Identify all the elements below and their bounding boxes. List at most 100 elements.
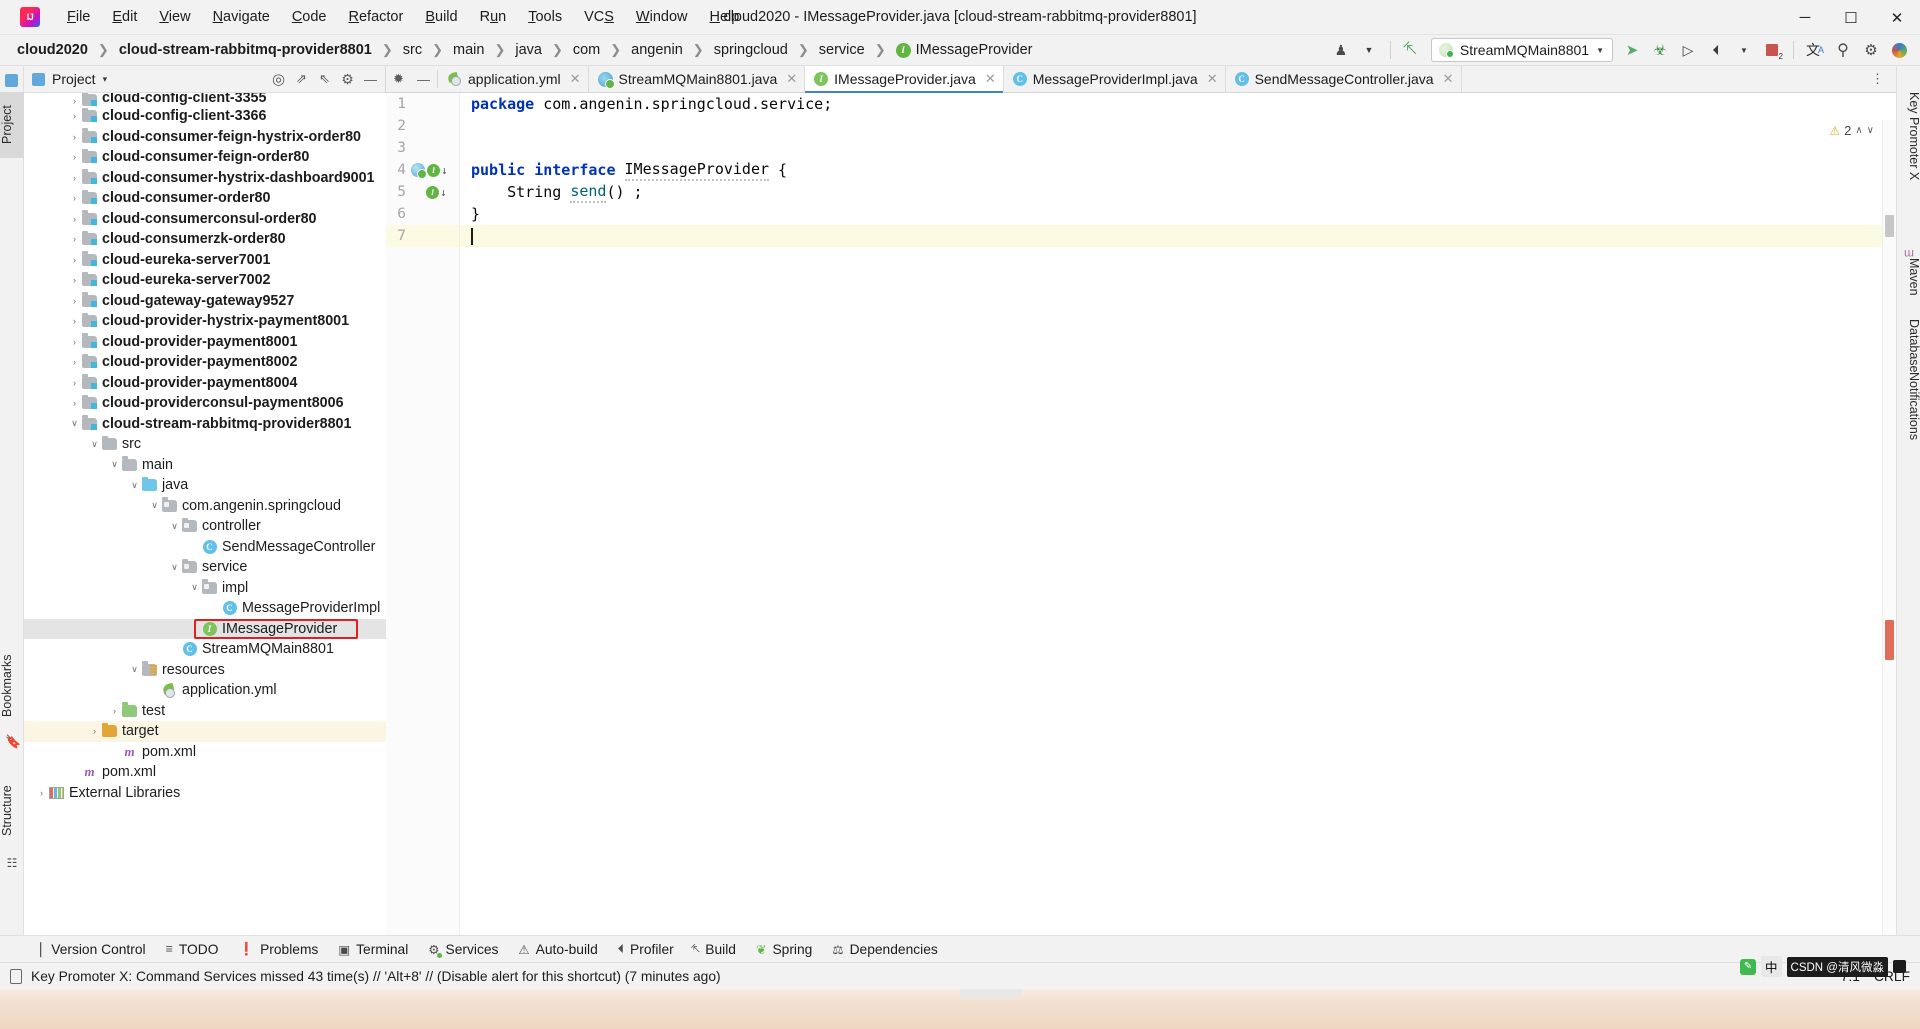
implemented-by-icon[interactable] (411, 163, 427, 179)
tree-row-cloud-config-client-3355[interactable]: › cloud-config-client-3355 (24, 93, 386, 106)
breadcrumb-item-file[interactable]: I IMessageProvider (893, 41, 1036, 59)
tree-row-main[interactable]: ∨ main (24, 455, 386, 476)
chevron-down-icon[interactable]: ∨ (168, 521, 181, 532)
menu-code[interactable]: Code (281, 0, 338, 35)
chevron-right-icon[interactable]: › (88, 726, 101, 736)
chevron-down-icon[interactable]: ∨ (188, 582, 201, 593)
breadcrumb-item-java[interactable]: java (512, 41, 545, 59)
bottom-item-dependencies[interactable]: ⚖ Dependencies (823, 940, 946, 959)
more-tabs-icon[interactable]: ⋮ (1865, 71, 1890, 87)
sidebar-item-key-promoter-x[interactable]: Key Promoter X (1897, 76, 1920, 196)
chevron-right-icon[interactable]: › (68, 173, 81, 183)
chevron-right-icon[interactable]: › (108, 706, 121, 716)
chevron-down-icon[interactable]: ∨ (68, 418, 81, 429)
sidebar-item-notifications[interactable]: Notifications (1897, 351, 1920, 461)
breadcrumb-item-main[interactable]: main (450, 41, 487, 59)
chevron-right-icon[interactable]: › (68, 96, 81, 106)
menu-build[interactable]: Build (414, 0, 468, 35)
maximize-button[interactable]: ☐ (1828, 0, 1874, 35)
chevron-right-icon[interactable]: › (68, 398, 81, 408)
tree-row-StreamMQMain8801[interactable]: C StreamMQMain8801 (24, 639, 386, 660)
tree-row-java[interactable]: ∨ java (24, 475, 386, 496)
tree-row-SendMessageController[interactable]: C SendMessageController (24, 537, 386, 558)
chevron-right-icon[interactable]: › (68, 357, 81, 367)
inspection-widget[interactable]: ⚠ 2 ∧ ∨ (1829, 123, 1874, 138)
tree-row-cloud-provider-payment8001[interactable]: › cloud-provider-payment8001 (24, 332, 386, 353)
close-tab-icon[interactable]: ✕ (570, 71, 581, 87)
menu-edit[interactable]: Edit (101, 0, 148, 35)
tree-row-target[interactable]: › target (24, 721, 386, 742)
tree-row-cloud-eureka-server7002[interactable]: › cloud-eureka-server7002 (24, 270, 386, 291)
tree-row-external-libraries[interactable]: › External Libraries (24, 783, 386, 804)
tree-row-cloud-consumer-feign-order80[interactable]: › cloud-consumer-feign-order80 (24, 147, 386, 168)
chevron-down-icon[interactable]: ∨ (128, 480, 141, 491)
tab-StreamMQMain8801-java[interactable]: StreamMQMain8801.java ✕ (588, 66, 806, 92)
chevron-right-icon[interactable]: › (68, 193, 81, 203)
menu-view[interactable]: View (148, 0, 201, 35)
breadcrumb-item-project[interactable]: cloud2020 (14, 41, 91, 59)
scrollbar-thumb[interactable] (1885, 215, 1894, 237)
bottom-item-version-control[interactable]: ⎢ Version Control (30, 940, 155, 959)
menu-tools[interactable]: Tools (517, 0, 573, 35)
close-tab-icon[interactable]: ✕ (985, 71, 996, 87)
tree-row-IMessageProvider[interactable]: I IMessageProvider (24, 618, 386, 639)
chevron-right-icon[interactable]: › (35, 788, 48, 798)
sidebar-item-bookmarks[interactable]: Bookmarks (0, 641, 24, 731)
chevron-down-icon[interactable]: ▼ (1356, 38, 1382, 62)
hide-panel-icon[interactable]: — (359, 68, 382, 90)
collapse-all-icon[interactable]: ⇖ (313, 68, 336, 90)
chevron-right-icon[interactable]: › (68, 152, 81, 162)
bottom-item-build[interactable]: ⤒ Build (685, 940, 745, 959)
panel-settings-gear-icon[interactable]: ⚙ (336, 68, 359, 90)
bottom-item-terminal[interactable]: ▣ Terminal (329, 940, 417, 959)
ime-indicator[interactable]: 中 (1761, 956, 1782, 977)
menu-run[interactable]: Run (469, 0, 518, 35)
pin-tab-icon[interactable]: ✹ (386, 66, 411, 92)
menu-navigate[interactable]: Navigate (202, 0, 281, 35)
tree-row-package-service[interactable]: ∨ service (24, 557, 386, 578)
run-configuration-selector[interactable]: StreamMQMain8801 ▼ (1430, 38, 1613, 62)
run-with-coverage-icon[interactable]: ▷ (1675, 38, 1701, 62)
tab-SendMessageController-java[interactable]: C SendMessageController.java ✕ (1225, 66, 1462, 92)
stop-icon[interactable]: 2 (1759, 38, 1785, 62)
tree-row-cloud-stream-rabbitmq-provider8801[interactable]: ∨ cloud-stream-rabbitmq-provider8801 (24, 414, 386, 435)
tree-row-cloud-provider-payment8002[interactable]: › cloud-provider-payment8002 (24, 352, 386, 373)
chevron-right-icon[interactable]: › (68, 378, 81, 388)
tree-row-test[interactable]: › test (24, 701, 386, 722)
hide-editor-icon[interactable]: — (411, 66, 436, 92)
update-project-icon[interactable]: ⤒ (1394, 32, 1429, 67)
editor-marker-bar[interactable] (1882, 120, 1896, 935)
chevron-down-icon[interactable]: ∨ (128, 664, 141, 675)
bottom-item-auto-build[interactable]: ⚠ Auto-build (509, 940, 606, 959)
tree-row-cloud-provider-payment8004[interactable]: › cloud-provider-payment8004 (24, 373, 386, 394)
tree-row-cloud-gateway-gateway9527[interactable]: › cloud-gateway-gateway9527 (24, 291, 386, 312)
breadcrumb-item-src[interactable]: src (400, 41, 425, 59)
error-stripe-marker[interactable] (1885, 620, 1894, 660)
menu-file[interactable]: File (56, 0, 101, 35)
breadcrumb-item-service[interactable]: service (816, 41, 868, 59)
tree-row-package-com-angenin-springcloud[interactable]: ∨ com.angenin.springcloud (24, 496, 386, 517)
chevron-right-icon[interactable]: › (68, 214, 81, 224)
chevron-right-icon[interactable]: › (68, 337, 81, 347)
next-problem-icon[interactable]: ∨ (1867, 125, 1874, 136)
chevron-right-icon[interactable]: › (68, 234, 81, 244)
editor-gutter[interactable]: 1 2 3 4 I ↓ 5 I ↓ 6 7 (386, 93, 460, 935)
close-tab-icon[interactable]: ✕ (1207, 71, 1218, 87)
menu-help[interactable]: Help (698, 0, 750, 35)
bottom-item-problems[interactable]: ❗ Problems (229, 940, 327, 959)
run-icon[interactable]: ➤ (1619, 38, 1645, 62)
chevron-down-icon[interactable]: ▾ (103, 74, 108, 85)
tree-row-resources[interactable]: ∨ resources (24, 660, 386, 681)
chevron-right-icon[interactable]: › (68, 275, 81, 285)
expand-all-icon[interactable]: ⇗ (290, 68, 313, 90)
panel-resize-handle[interactable] (960, 989, 1022, 997)
bottom-item-services[interactable]: ⚙ Services (419, 940, 507, 959)
menu-window[interactable]: Window (625, 0, 699, 35)
bottom-item-todo[interactable]: ≡ TODO (157, 940, 228, 959)
tree-row-pom-xml-module[interactable]: m pom.xml (24, 742, 386, 763)
interface-marker-icon[interactable]: I (427, 163, 440, 177)
breadcrumb-item-module[interactable]: cloud-stream-rabbitmq-provider8801 (116, 41, 375, 59)
project-tree[interactable]: › cloud-config-client-3355 › cloud-confi… (24, 93, 386, 935)
status-message-group[interactable]: Key Promoter X: Command Services missed … (10, 968, 721, 984)
tree-row-package-controller[interactable]: ∨ controller (24, 516, 386, 537)
